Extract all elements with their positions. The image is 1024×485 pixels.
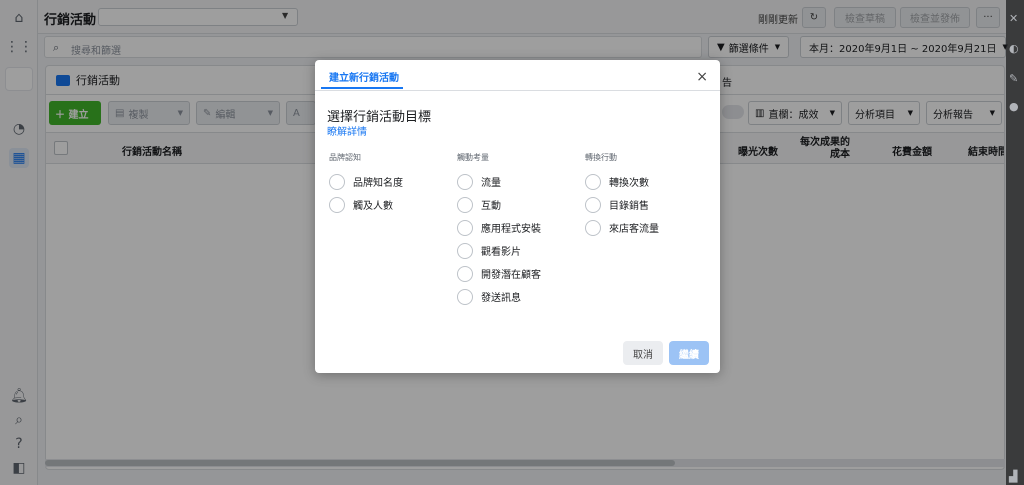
option-label: 開發潛在顧客: [481, 270, 541, 281]
objective-option[interactable]: 觸及人數: [329, 193, 403, 216]
option-label: 發送訊息: [481, 293, 521, 304]
objective-option[interactable]: 發送訊息: [457, 285, 541, 308]
objective-option[interactable]: 轉換次數: [585, 170, 659, 193]
radio-button[interactable]: [457, 265, 473, 282]
objective-option[interactable]: 流量: [457, 170, 541, 193]
radio-button[interactable]: [457, 173, 473, 190]
side-edit-icon[interactable]: ✎: [1009, 72, 1018, 85]
radio-button[interactable]: [585, 173, 601, 190]
option-label: 流量: [481, 178, 501, 189]
objective-group-awareness: 品牌認知 品牌知名度 觸及人數: [329, 152, 403, 216]
option-label: 品牌知名度: [353, 178, 403, 189]
radio-button[interactable]: [457, 219, 473, 236]
objective-option[interactable]: 目錄銷售: [585, 193, 659, 216]
radio-button[interactable]: [585, 196, 601, 213]
objective-option[interactable]: 來店客流量: [585, 216, 659, 239]
objective-option[interactable]: 開發潛在顧客: [457, 262, 541, 285]
create-campaign-dialog: 建立新行銷活動 × 選擇行銷活動目標 瞭解詳情 品牌認知 品牌知名度 觸及人數 …: [315, 60, 720, 373]
option-label: 轉換次數: [609, 178, 649, 189]
radio-button[interactable]: [457, 196, 473, 213]
side-tool-icon[interactable]: ◐: [1009, 42, 1019, 55]
option-label: 觸及人數: [353, 201, 393, 212]
objective-option[interactable]: 品牌知名度: [329, 170, 403, 193]
learn-more-link[interactable]: 瞭解詳情: [327, 123, 367, 138]
radio-button[interactable]: [329, 173, 345, 190]
side-info-icon[interactable]: ●: [1009, 100, 1019, 113]
radio-button[interactable]: [329, 196, 345, 213]
side-chart-icon[interactable]: ▟: [1009, 470, 1017, 483]
group-heading: 品牌認知: [329, 153, 361, 162]
radio-button[interactable]: [457, 288, 473, 305]
close-icon[interactable]: ×: [696, 69, 708, 85]
objective-group-conversion: 轉換行動 轉換次數 目錄銷售 來店客流量: [585, 152, 659, 239]
right-side-strip: ✕ ◐ ✎ ● ▟: [1006, 0, 1024, 485]
radio-button[interactable]: [457, 242, 473, 259]
radio-button[interactable]: [585, 219, 601, 236]
group-heading: 觸動考量: [457, 153, 489, 162]
tab-create-new-campaign[interactable]: 建立新行銷活動: [329, 69, 399, 84]
objective-option[interactable]: 應用程式安裝: [457, 216, 541, 239]
objective-group-consideration: 觸動考量 流量 互動 應用程式安裝 觀看影片 開發潛在顧客 發送訊息: [457, 152, 541, 308]
objective-option[interactable]: 互動: [457, 193, 541, 216]
option-label: 來店客流量: [609, 224, 659, 235]
cancel-button[interactable]: 取消: [623, 341, 663, 365]
continue-button[interactable]: 繼續: [669, 341, 709, 365]
option-label: 互動: [481, 201, 501, 212]
dialog-header-divider: [315, 90, 720, 91]
option-label: 目錄銷售: [609, 201, 649, 212]
objective-option[interactable]: 觀看影片: [457, 239, 541, 262]
group-heading: 轉換行動: [585, 153, 617, 162]
option-label: 應用程式安裝: [481, 224, 541, 235]
active-tab-indicator: [321, 87, 403, 89]
option-label: 觀看影片: [481, 247, 521, 258]
close-icon[interactable]: ✕: [1009, 12, 1018, 25]
